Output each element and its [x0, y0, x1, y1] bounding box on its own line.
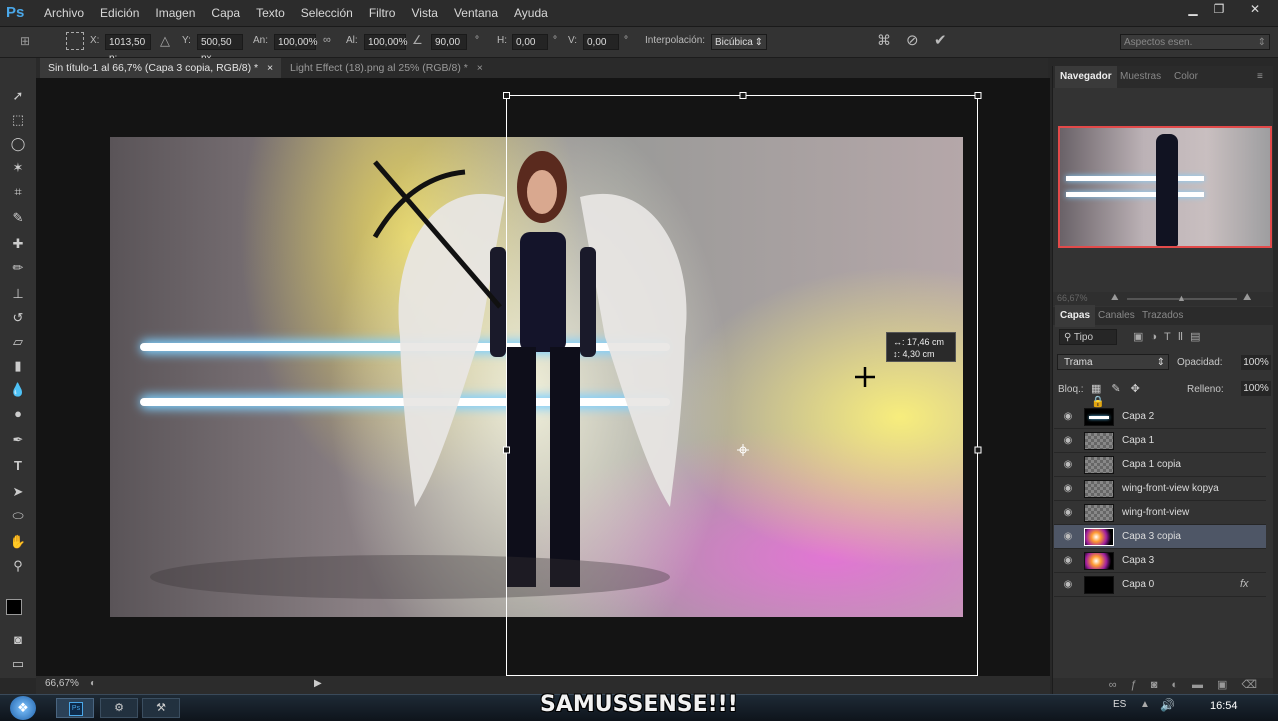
taskbar-app-button[interactable]: ⚙ [100, 698, 138, 718]
tab-capas[interactable]: Capas [1055, 305, 1096, 327]
layer-row[interactable]: ◉ wing-front-view [1054, 501, 1266, 525]
blend-mode-select[interactable]: Trama ⇕ [1057, 354, 1169, 370]
blend-mode-value: Trama [1064, 357, 1093, 368]
navigator-zoom[interactable]: 66,67% [1057, 293, 1088, 303]
workspace-select[interactable]: Aspectos esen. ⇕ [1120, 34, 1270, 50]
layer-thumbnail [1084, 504, 1114, 522]
tab-color[interactable]: Color [1169, 66, 1203, 88]
language-indicator[interactable]: ES [1113, 699, 1126, 710]
navigator-preview[interactable] [1058, 126, 1272, 248]
layer-filter-icons[interactable]: ▣◑TⅡ▤ [1133, 330, 1257, 344]
chevron-updown-icon: ⇕ [1257, 37, 1266, 48]
layer-row[interactable]: ◉ Capa 3 [1054, 549, 1266, 573]
photoshop-app-icon: Ps [69, 702, 83, 716]
layer-thumbnail [1084, 528, 1114, 546]
layers-tabs: Capas Canales Trazados [1053, 305, 1273, 327]
layer-thumbnail [1084, 576, 1114, 594]
measure-tooltip: ↔: 17,46 cm ↕: 4,30 cm [886, 332, 956, 362]
layer-name: Capa 3 copia [1122, 531, 1181, 542]
lock-label: Bloq.: [1058, 384, 1084, 395]
tooltip-height: ↕: 4,30 cm [893, 349, 935, 359]
filter-value: Tipo [1073, 332, 1094, 343]
workspace-value: Aspectos esen. [1124, 37, 1193, 48]
preview-streak [1066, 192, 1204, 197]
zoom-in-icon[interactable]: ⛰ [1243, 292, 1251, 303]
layer-thumbnail [1084, 432, 1114, 450]
layer-thumbnail [1084, 480, 1114, 498]
eye-icon[interactable]: ◉ [1062, 459, 1074, 471]
tab-navegador[interactable]: Navegador [1055, 66, 1117, 88]
opacity-label: Opacidad: [1177, 357, 1223, 368]
search-icon: ⚲ [1064, 332, 1074, 343]
preview-figure [1156, 134, 1178, 246]
lock-icons[interactable]: ▦✎✥🔒 [1091, 382, 1161, 408]
layer-name: Capa 3 [1122, 555, 1155, 566]
layer-name: Capa 2 [1122, 411, 1155, 422]
layer-row[interactable]: ◉ Capa 1 copia [1054, 453, 1266, 477]
right-panels: Navegador Muestras Color ≡ 66,67% ⛰ ▲ ⛰ … [1052, 66, 1273, 694]
eye-icon[interactable]: ◉ [1062, 435, 1074, 447]
taskbar-photoshop-button[interactable]: Ps [56, 698, 94, 718]
layer-row[interactable]: ◉ wing-front-view kopya [1054, 477, 1266, 501]
navigator-zoom-bar: 66,67% ⛰ ▲ ⛰ [1053, 292, 1273, 306]
start-button-icon[interactable]: ❖ [10, 696, 36, 720]
layers-footer-icons[interactable]: ∞ƒ◙◐▬▣⌫ [1053, 678, 1273, 694]
layer-filter-select[interactable]: ⚲ Tipo [1059, 329, 1117, 345]
handle-top-center[interactable] [739, 92, 747, 99]
panel-menu-icon[interactable]: ≡ [1257, 71, 1263, 82]
eye-icon[interactable]: ◉ [1062, 411, 1074, 423]
tab-canales[interactable]: Canales [1093, 305, 1140, 327]
handle-top-left[interactable] [503, 92, 510, 99]
handle-mid-right[interactable] [974, 446, 982, 454]
layer-row-selected[interactable]: ◉ Capa 3 copia [1054, 525, 1266, 549]
tab-muestras[interactable]: Muestras [1115, 66, 1166, 88]
fill-field[interactable]: 100% [1241, 381, 1271, 396]
eye-icon[interactable]: ◉ [1062, 507, 1074, 519]
status-info-icon[interactable]: ◐ [90, 678, 96, 689]
tab-trazados[interactable]: Trazados [1137, 305, 1188, 327]
watermark-text: SAMUSSENSE!!! [540, 692, 738, 717]
handle-top-right[interactable] [974, 92, 982, 99]
eye-icon[interactable]: ◉ [1062, 531, 1074, 543]
preview-streak [1066, 176, 1204, 181]
zoom-slider-thumb[interactable]: ▲ [1177, 293, 1186, 303]
pivot-point-icon[interactable] [737, 444, 749, 456]
layer-name: Capa 1 copia [1122, 459, 1181, 470]
tray-arrow-icon[interactable]: ▲ [1140, 699, 1150, 710]
eye-icon[interactable]: ◉ [1062, 483, 1074, 495]
clock[interactable]: 16:54 [1210, 700, 1238, 712]
crosshair-cursor-icon [855, 367, 875, 387]
fx-icon[interactable]: fx [1240, 578, 1249, 590]
layer-name: Capa 0 [1122, 579, 1155, 590]
layer-row[interactable]: ◉ Capa 0 fx [1054, 573, 1266, 597]
volume-icon[interactable]: 🔊 [1160, 698, 1175, 712]
zoom-level[interactable]: 66,67% [45, 678, 79, 689]
status-expand-icon[interactable]: ▶ [314, 678, 322, 689]
eye-icon[interactable]: ◉ [1062, 555, 1074, 567]
opacity-field[interactable]: 100% [1241, 355, 1271, 370]
layer-thumbnail [1084, 408, 1114, 426]
layer-row[interactable]: ◉ Capa 1 [1054, 429, 1266, 453]
layer-thumbnail [1084, 456, 1114, 474]
close-window-icon[interactable]: ✕ [1244, 2, 1266, 16]
handle-mid-left[interactable] [503, 446, 510, 454]
zoom-out-icon[interactable]: ⛰ [1111, 292, 1119, 303]
eye-icon[interactable]: ◉ [1062, 579, 1074, 591]
chevron-updown-icon: ⇕ [1156, 357, 1165, 368]
layer-name: wing-front-view [1122, 507, 1190, 518]
layer-thumbnail [1084, 552, 1114, 570]
restore-icon[interactable]: ❐ [1208, 2, 1230, 16]
layer-name: wing-front-view kopya [1122, 483, 1219, 494]
layer-name: Capa 1 [1122, 435, 1155, 446]
fill-label: Relleno: [1187, 384, 1224, 395]
tooltip-width: ↔: 17,46 cm [893, 337, 945, 347]
taskbar-app-button-2[interactable]: ⚒ [142, 698, 180, 718]
minimize-icon[interactable]: ▁ [1182, 2, 1204, 16]
navigator-tabs: Navegador Muestras Color ≡ [1053, 66, 1273, 88]
layer-row[interactable]: ◉ Capa 2 [1054, 405, 1266, 429]
